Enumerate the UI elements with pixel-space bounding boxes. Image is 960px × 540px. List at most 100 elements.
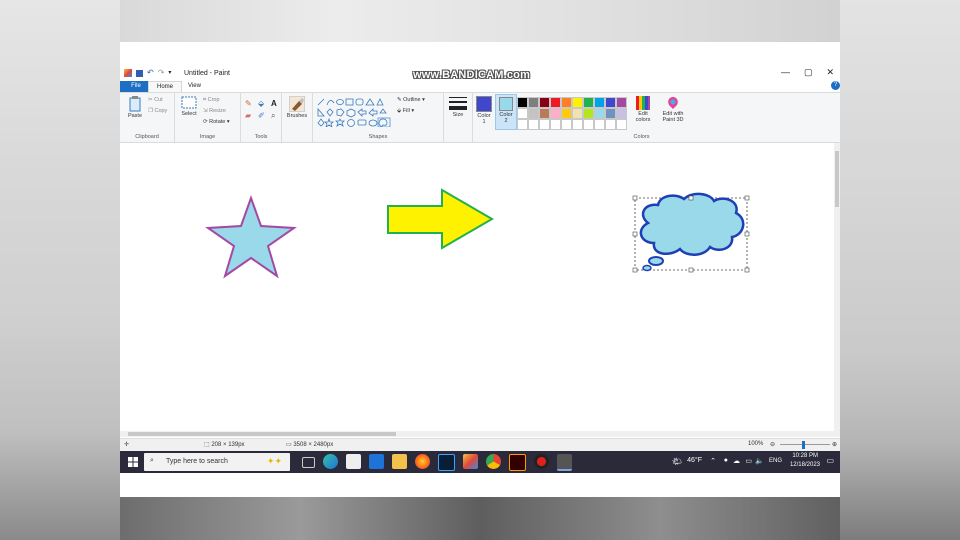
palette-swatch-29[interactable] bbox=[616, 119, 627, 130]
edit-paint3d-button[interactable]: Edit with Paint 3D bbox=[659, 96, 687, 123]
rotate-button[interactable]: ⟳ Rotate ▾ bbox=[203, 119, 230, 125]
copy-button[interactable]: ❐ Copy bbox=[148, 108, 167, 114]
horizontal-scroll-thumb[interactable] bbox=[128, 432, 396, 436]
redo-icon[interactable]: ↷ bbox=[158, 69, 165, 77]
select-button[interactable]: Select bbox=[178, 96, 200, 117]
illustrator-icon[interactable] bbox=[509, 454, 526, 471]
selection-size: ⬚ 208 × 139px bbox=[204, 442, 245, 448]
resize-button[interactable]: ⇲ Resize bbox=[203, 108, 226, 114]
notification-icon[interactable]: ▭ bbox=[826, 456, 834, 465]
help-button[interactable]: ? bbox=[831, 81, 840, 90]
palette-swatch-3[interactable] bbox=[550, 97, 561, 108]
cut-button[interactable]: ✂ Cut bbox=[148, 97, 163, 103]
palette-swatch-13[interactable] bbox=[550, 108, 561, 119]
vertical-scroll-thumb[interactable] bbox=[835, 151, 839, 207]
palette-swatch-0[interactable] bbox=[517, 97, 528, 108]
palette-swatch-6[interactable] bbox=[583, 97, 594, 108]
edge-icon[interactable] bbox=[323, 454, 338, 469]
color-picker-icon[interactable]: ✐ bbox=[258, 111, 268, 121]
thought-bubble-shape[interactable] bbox=[639, 192, 745, 272]
clock-time[interactable]: 10:28 PM bbox=[792, 453, 818, 459]
color2-button[interactable]: Color 2 bbox=[495, 94, 517, 130]
undo-icon[interactable]: ↶ bbox=[147, 69, 154, 77]
palette-swatch-5[interactable] bbox=[572, 97, 583, 108]
eraser-icon[interactable]: ▰ bbox=[245, 111, 255, 121]
microphone-icon[interactable]: ● bbox=[724, 457, 728, 464]
brushes-button[interactable]: Brushes bbox=[285, 96, 309, 119]
palette-swatch-17[interactable] bbox=[594, 108, 605, 119]
weather-icon[interactable]: 🌤 bbox=[672, 457, 682, 466]
palette-swatch-15[interactable] bbox=[572, 108, 583, 119]
palette-swatch-7[interactable] bbox=[594, 97, 605, 108]
clock-date[interactable]: 12/18/2023 bbox=[790, 462, 820, 468]
tab-home[interactable]: Home bbox=[148, 81, 183, 92]
calendar-app-icon[interactable] bbox=[346, 454, 361, 469]
palette-swatch-26[interactable] bbox=[583, 119, 594, 130]
outline-dropdown[interactable]: ✎ Outline ▾ bbox=[397, 97, 425, 103]
paste-button[interactable]: Paste bbox=[124, 96, 146, 119]
palette-swatch-22[interactable] bbox=[539, 119, 550, 130]
color1-button[interactable]: Color 1 bbox=[475, 96, 493, 125]
drawing-canvas[interactable] bbox=[120, 143, 834, 431]
palette-swatch-27[interactable] bbox=[594, 119, 605, 130]
minimize-button[interactable]: — bbox=[781, 67, 790, 78]
zoom-slider[interactable] bbox=[780, 444, 830, 445]
arrow-shape[interactable] bbox=[387, 188, 494, 250]
palette-swatch-4[interactable] bbox=[561, 97, 572, 108]
palette-swatch-12[interactable] bbox=[539, 108, 550, 119]
paint-taskbar-icon[interactable] bbox=[463, 454, 478, 469]
close-button[interactable]: ✕ bbox=[826, 67, 834, 78]
shapes-gallery[interactable] bbox=[316, 97, 394, 127]
palette-swatch-28[interactable] bbox=[605, 119, 616, 130]
save-icon[interactable] bbox=[136, 69, 143, 77]
palette-swatch-16[interactable] bbox=[583, 108, 594, 119]
paint-active-icon[interactable] bbox=[557, 454, 572, 471]
horizontal-scrollbar[interactable] bbox=[120, 431, 840, 437]
tab-view[interactable]: View bbox=[180, 81, 209, 92]
maximize-button[interactable]: ▢ bbox=[804, 67, 813, 78]
vertical-scrollbar[interactable] bbox=[834, 143, 840, 431]
taskbar-search-box[interactable]: ⌕ Type here to search ✦✦ bbox=[144, 453, 290, 471]
cloud-icon[interactable]: ☁ bbox=[733, 457, 740, 465]
zoom-out-button[interactable]: ⊖ bbox=[770, 441, 775, 448]
fill-dropdown[interactable]: ⬙ Fill ▾ bbox=[397, 108, 414, 114]
volume-icon[interactable]: 🔈 bbox=[755, 457, 764, 465]
palette-swatch-25[interactable] bbox=[572, 119, 583, 130]
palette-swatch-14[interactable] bbox=[561, 108, 572, 119]
palette-swatch-1[interactable] bbox=[528, 97, 539, 108]
palette-swatch-20[interactable] bbox=[517, 119, 528, 130]
weather-temp[interactable]: 46°F bbox=[687, 457, 702, 464]
size-button[interactable]: Size bbox=[447, 96, 469, 118]
palette-swatch-8[interactable] bbox=[605, 97, 616, 108]
network-icon[interactable]: ▭ bbox=[745, 457, 752, 465]
palette-swatch-9[interactable] bbox=[616, 97, 627, 108]
palette-swatch-18[interactable] bbox=[605, 108, 616, 119]
crop-button[interactable]: ⌗ Crop bbox=[203, 97, 220, 104]
zoom-slider-thumb[interactable] bbox=[802, 441, 805, 449]
fill-bucket-icon[interactable]: ⬙ bbox=[258, 99, 268, 108]
firefox-icon[interactable] bbox=[415, 454, 430, 469]
customize-toolbar-icon[interactable]: ▾ bbox=[168, 69, 171, 77]
palette-swatch-23[interactable] bbox=[550, 119, 561, 130]
task-view-icon[interactable] bbox=[302, 457, 315, 468]
palette-swatch-21[interactable] bbox=[528, 119, 539, 130]
photoshop-icon[interactable] bbox=[438, 454, 455, 471]
text-tool-icon[interactable]: A bbox=[271, 99, 281, 108]
palette-swatch-19[interactable] bbox=[616, 108, 627, 119]
palette-swatch-11[interactable] bbox=[528, 108, 539, 119]
tray-chevron-icon[interactable]: ⌃ bbox=[710, 457, 716, 465]
bandicam-icon[interactable] bbox=[534, 454, 549, 469]
zoom-in-button[interactable]: ⊕ bbox=[832, 441, 837, 448]
edit-colors-button[interactable]: Edit colors bbox=[632, 96, 654, 123]
windows-start-icon[interactable] bbox=[128, 457, 138, 467]
language-indicator[interactable]: ENG bbox=[769, 458, 782, 464]
pencil-icon[interactable]: ✎ bbox=[245, 99, 255, 108]
file-explorer-icon[interactable] bbox=[392, 454, 407, 469]
mail-icon[interactable] bbox=[369, 454, 384, 469]
palette-swatch-2[interactable] bbox=[539, 97, 550, 108]
chrome-icon[interactable] bbox=[486, 454, 501, 469]
magnifier-icon[interactable]: ⌕ bbox=[271, 111, 281, 121]
palette-swatch-10[interactable] bbox=[517, 108, 528, 119]
star-shape[interactable] bbox=[205, 195, 297, 279]
palette-swatch-24[interactable] bbox=[561, 119, 572, 130]
